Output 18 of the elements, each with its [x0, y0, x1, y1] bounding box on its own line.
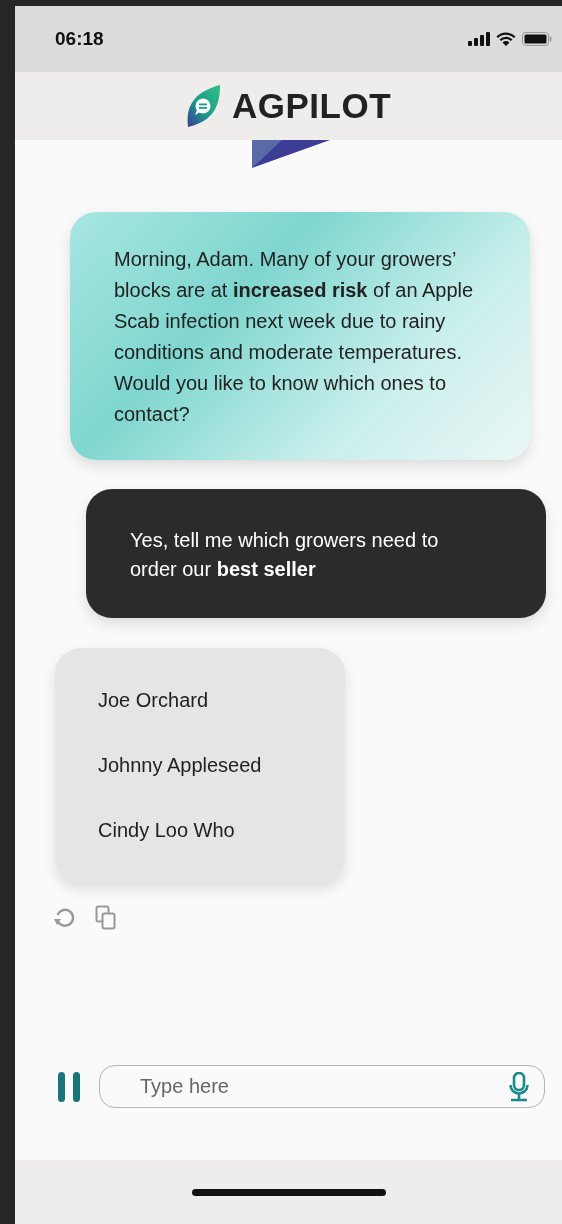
- message-text: Morning, Adam. Many of your growers’ blocks are at increased risk of an Apple Scab infection next week due to rainy conditions and moderate temperatures. Would you like to know which ones to contact?: [114, 247, 475, 427]
- message-text: Yes, tell me which growers need to order our best seller: [130, 528, 440, 582]
- signal-icon: [468, 32, 490, 46]
- clock-time: 06:18: [55, 28, 104, 50]
- refresh-icon[interactable]: [53, 906, 77, 930]
- home-indicator[interactable]: [191, 1188, 386, 1196]
- microphone-icon[interactable]: [509, 1072, 529, 1102]
- triangle-icon: [252, 140, 330, 168]
- logo-icon: [185, 85, 220, 127]
- wifi-icon: [496, 32, 516, 46]
- grower-name[interactable]: Cindy Loo Who: [98, 798, 325, 863]
- app-title: AGPILOT: [231, 86, 392, 126]
- grower-name[interactable]: Johnny Appleseed: [98, 733, 325, 798]
- pause-icon[interactable]: [57, 1071, 81, 1102]
- copy-icon[interactable]: [95, 905, 117, 931]
- grower-name[interactable]: Joe Orchard: [98, 668, 325, 733]
- message-input-field[interactable]: Type here: [99, 1065, 545, 1108]
- battery-icon: [522, 32, 552, 46]
